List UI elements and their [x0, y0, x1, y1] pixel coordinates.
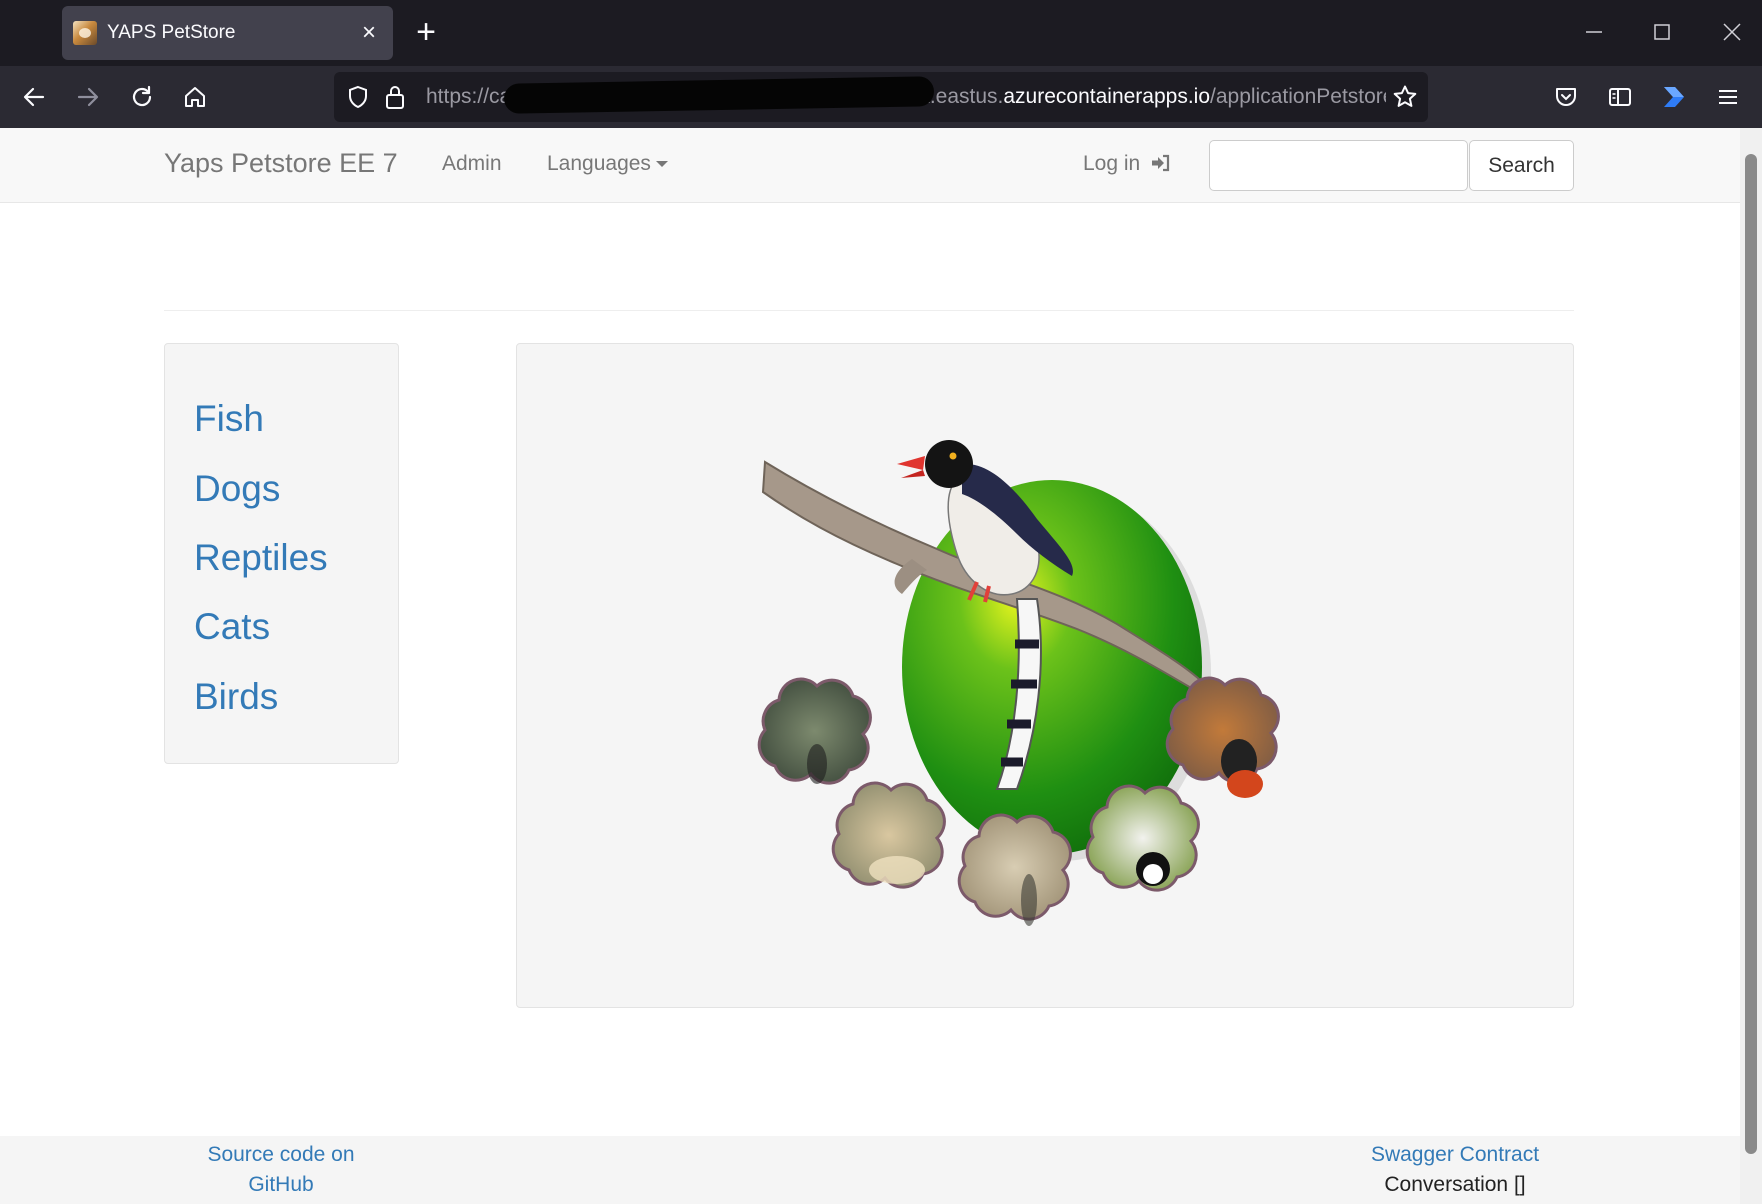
minimize-icon[interactable]: [1570, 14, 1618, 50]
petstore-splash-image: [757, 440, 1280, 926]
extension-icon[interactable]: [1656, 79, 1692, 115]
tracking-shield-icon[interactable]: [346, 85, 370, 114]
back-icon[interactable]: [16, 79, 52, 115]
reload-icon[interactable]: [124, 79, 160, 115]
languages-dropdown[interactable]: Languages: [547, 152, 668, 176]
home-icon[interactable]: [177, 79, 213, 115]
github-link-line2: GitHub: [248, 1173, 314, 1196]
url-host: azurecontainerapps.io: [1003, 85, 1211, 108]
category-link-birds[interactable]: Birds: [194, 676, 278, 718]
category-sidebar: Fish Dogs Reptiles Cats Birds: [164, 343, 399, 764]
divider: [164, 310, 1574, 311]
reader-view-icon[interactable]: [1602, 79, 1638, 115]
page-viewport: Yaps Petstore EE 7 Admin Languages Log i…: [0, 128, 1762, 1204]
search-input[interactable]: [1209, 140, 1468, 191]
caret-down-icon: [655, 161, 668, 168]
nav-admin-link[interactable]: Admin: [442, 152, 502, 176]
search-button[interactable]: Search: [1469, 140, 1574, 191]
menu-icon[interactable]: [1710, 79, 1746, 115]
swagger-contract: Swagger Contract Conversation []: [1330, 1140, 1580, 1200]
close-tab-icon[interactable]: ×: [355, 19, 383, 47]
window-close-icon[interactable]: [1708, 14, 1756, 50]
page-footer: Source code on GitHub Swagger Contract C…: [0, 1136, 1740, 1204]
conversation-text: Conversation []: [1384, 1173, 1526, 1196]
github-link-line1: Source code on: [207, 1143, 355, 1166]
url-path: /applicationPetstore/sl: [1210, 85, 1386, 108]
lock-icon[interactable]: [384, 84, 406, 115]
bookmark-star-icon[interactable]: [1392, 84, 1418, 115]
address-bar[interactable]: https://cappsmoke-4bfc45da.eastus.azurec…: [334, 72, 1428, 122]
petstore-favicon-icon: [73, 21, 97, 45]
github-source-link[interactable]: Source code on GitHub: [188, 1140, 374, 1200]
login-link[interactable]: Log in: [1083, 152, 1171, 176]
category-link-fish[interactable]: Fish: [194, 398, 264, 440]
brand-link[interactable]: Yaps Petstore EE 7: [164, 148, 398, 179]
swagger-link[interactable]: Swagger Contract: [1330, 1140, 1580, 1170]
scrollbar-thumb[interactable]: [1745, 154, 1757, 1154]
forward-icon[interactable]: [70, 79, 106, 115]
page-scrollbar[interactable]: [1740, 128, 1762, 1204]
tab-title: YAPS PetStore: [107, 22, 236, 43]
new-tab-icon[interactable]: +: [410, 15, 442, 49]
hero-panel: [516, 343, 1574, 1008]
browser-tab[interactable]: YAPS PetStore ×: [62, 6, 393, 60]
sign-in-icon: [1152, 154, 1170, 172]
category-link-reptiles[interactable]: Reptiles: [194, 537, 328, 579]
languages-label: Languages: [547, 152, 651, 175]
maximize-icon[interactable]: [1638, 14, 1686, 50]
login-label: Log in: [1083, 152, 1141, 175]
browser-toolbar: https://cappsmoke-4bfc45da.eastus.azurec…: [0, 66, 1762, 128]
browser-tab-bar: YAPS PetStore × +: [0, 0, 1762, 66]
category-link-dogs[interactable]: Dogs: [194, 468, 280, 510]
site-navbar: Yaps Petstore EE 7 Admin Languages Log i…: [0, 128, 1740, 203]
category-link-cats[interactable]: Cats: [194, 606, 270, 648]
pocket-icon[interactable]: [1548, 79, 1584, 115]
